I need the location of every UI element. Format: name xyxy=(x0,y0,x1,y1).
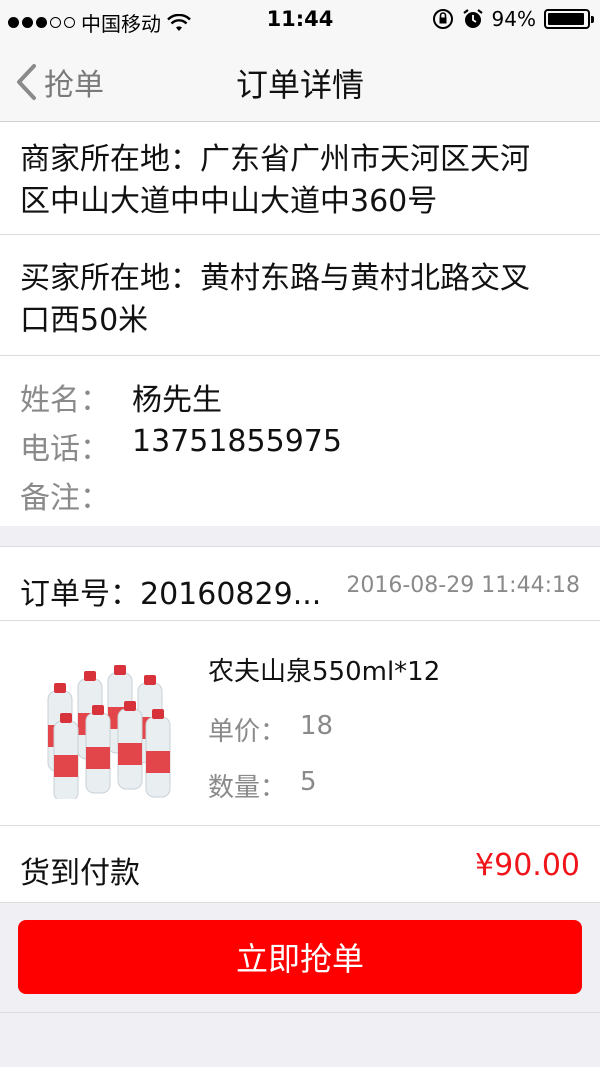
bottle-label xyxy=(146,751,170,773)
qty-label: 数量： xyxy=(208,773,287,803)
price-value: 18 xyxy=(300,711,334,741)
qty-value: 5 xyxy=(300,767,317,797)
product-qty-row: 数量： 5 xyxy=(208,767,317,804)
rotation-lock-icon xyxy=(432,9,453,29)
battery-level xyxy=(548,13,584,25)
order-time: 2016-08-29 11:44:18 xyxy=(346,573,580,598)
buyer-address-line1: 买家所在地：黄村东路与黄村北路交叉 xyxy=(20,261,530,296)
product-price-row: 单价： 18 xyxy=(208,711,333,748)
phone-value[interactable]: 13751855975 xyxy=(132,424,342,468)
bottle-cap xyxy=(124,701,136,711)
payment-row: 货到付款 ¥90.00 xyxy=(0,826,600,902)
divider xyxy=(0,902,600,903)
contact-phone-row: 电话： 13751855975 xyxy=(20,424,342,468)
screen: 中国移动 11:44 94% 抢单 订单详情 商家所在地：广东省广州市天河区天河… xyxy=(0,0,600,1067)
battery-icon xyxy=(544,9,594,29)
grab-order-label: 立即抢单 xyxy=(235,940,364,978)
note-label: 备注： xyxy=(20,481,110,516)
address-section: 商家所在地：广东省广州市天河区天河 区中山大道中中山大道中360号 买家所在地：… xyxy=(0,122,600,526)
battery-percent: 94% xyxy=(491,7,536,31)
divider xyxy=(0,355,600,356)
nav-bar: 抢单 订单详情 xyxy=(0,40,600,122)
name-value: 杨先生 xyxy=(132,383,222,418)
order-number: 订单号：20160829... xyxy=(20,577,322,612)
bottle-cap xyxy=(114,665,126,675)
price-label: 单价： xyxy=(208,717,287,747)
contact-name-row: 姓名： 杨先生 xyxy=(20,375,222,419)
bottle-cap xyxy=(144,675,156,685)
buyer-address-line2: 口西50米 xyxy=(20,303,149,338)
bottle-label xyxy=(54,755,78,777)
alarm-icon xyxy=(462,9,483,28)
page-title: 订单详情 xyxy=(235,66,364,104)
phone-label: 电话： xyxy=(20,432,110,467)
divider xyxy=(0,1012,600,1013)
merchant-address: 商家所在地：广东省广州市天河区天河 区中山大道中中山大道中360号 xyxy=(0,139,550,223)
order-header: 订单号：20160829... 2016-08-29 11:44:18 xyxy=(0,546,600,620)
buyer-address: 买家所在地：黄村东路与黄村北路交叉 口西50米 xyxy=(0,258,550,342)
product-item[interactable]: 农夫山泉550ml*12 单价： 18 数量： 5 xyxy=(0,621,600,825)
bottle-cap xyxy=(54,683,66,693)
status-bar: 中国移动 11:44 94% xyxy=(0,0,600,40)
name-label: 姓名： xyxy=(20,383,110,418)
divider xyxy=(0,234,600,235)
contact-note-row: 备注： xyxy=(20,473,132,517)
order-total: ¥90.00 xyxy=(475,848,580,883)
bottle-cap xyxy=(152,709,164,719)
bottle-cap xyxy=(84,671,96,681)
merchant-address-line1: 商家所在地：广东省广州市天河区天河 xyxy=(20,142,530,177)
payment-method: 货到付款 xyxy=(20,856,140,891)
bottle-cap xyxy=(92,705,104,715)
bottle-cap xyxy=(60,713,72,723)
product-name: 农夫山泉550ml*12 xyxy=(208,657,441,687)
status-right: 94% xyxy=(432,7,594,31)
bottle-label xyxy=(118,743,142,765)
water-bottle-pack-image xyxy=(38,651,188,799)
bottle-label xyxy=(86,747,110,769)
merchant-address-line2: 区中山大道中中山大道中360号 xyxy=(20,184,438,219)
grab-order-button[interactable]: 立即抢单 xyxy=(18,920,582,994)
